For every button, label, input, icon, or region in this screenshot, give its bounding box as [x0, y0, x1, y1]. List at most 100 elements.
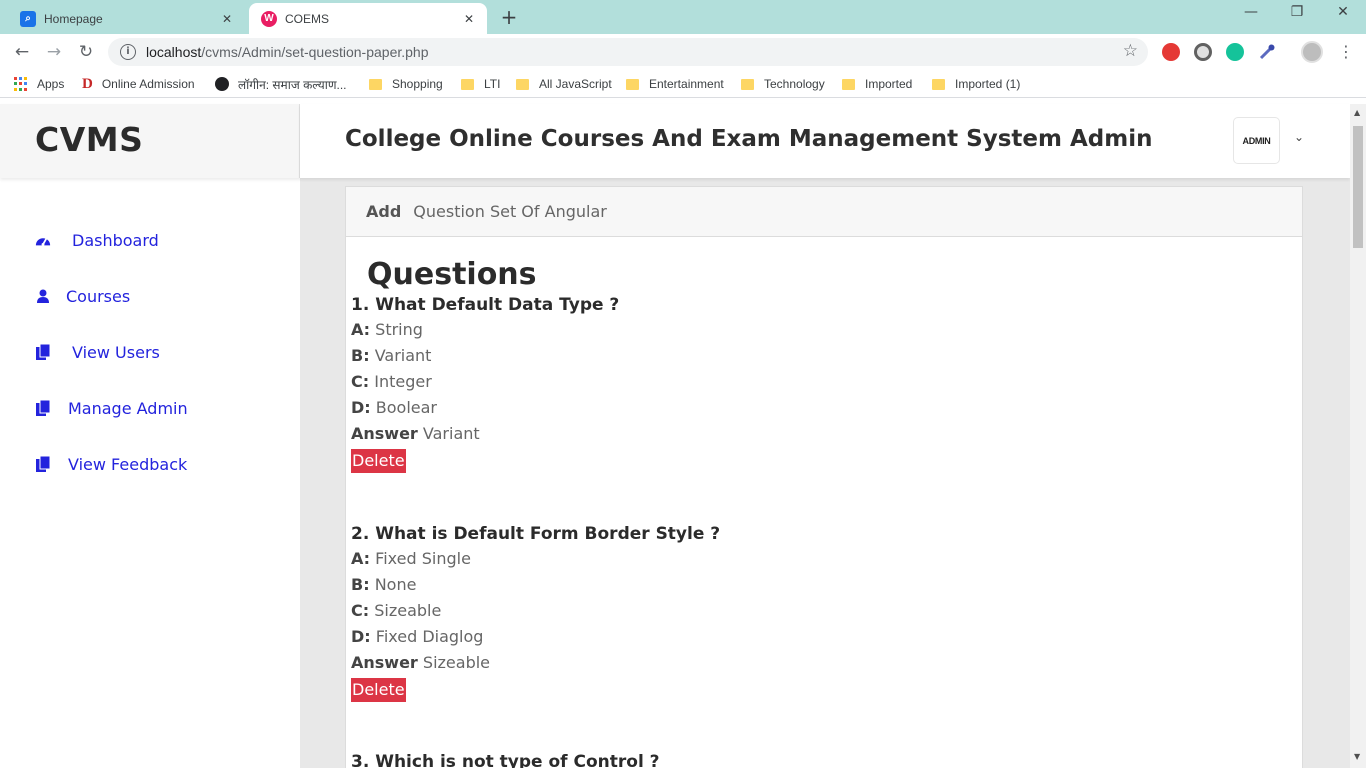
browser-menu-icon[interactable]: ⋮ — [1338, 41, 1354, 63]
site-info-icon[interactable]: i — [120, 44, 136, 60]
option-b: B: None — [351, 572, 1251, 598]
scroll-down-icon[interactable]: ▼ — [1354, 752, 1360, 761]
bookmark-label: Imported — [865, 77, 913, 91]
page-scrollbar[interactable]: ▲ ▼ — [1350, 104, 1366, 768]
restore-icon[interactable]: ❐ — [1274, 4, 1320, 26]
option-d: D: Boolear — [351, 395, 1251, 421]
admin-avatar[interactable]: ADMIN — [1234, 118, 1279, 163]
address-bar[interactable]: i localhost/cvms/Admin/set-question-pape… — [108, 38, 1148, 66]
tab-title: Homepage — [44, 11, 103, 26]
answer-value: Sizeable — [422, 653, 491, 672]
questions-heading: Questions — [367, 257, 537, 292]
brand-logo[interactable]: CVMS — [35, 120, 143, 159]
sidebar-item-dashboard[interactable]: Dashboard — [35, 228, 159, 252]
bookmark-star-icon[interactable]: ☆ — [1123, 41, 1138, 61]
globe-icon — [215, 77, 229, 91]
sidebar-item-view-feedback[interactable]: View Feedback — [35, 452, 187, 476]
url-host: localhost — [146, 44, 202, 60]
option-value: String — [375, 320, 423, 339]
answer-row: Answer Sizeable — [351, 650, 1251, 676]
option-key: B: — [351, 575, 370, 594]
bookmark-label: Technology — [764, 77, 825, 91]
scrollbar-thumb[interactable] — [1353, 126, 1363, 248]
new-tab-icon[interactable]: + — [498, 6, 520, 28]
forward-icon[interactable]: → — [42, 40, 66, 64]
page-viewport: CVMS Dashboard Courses View Users Manage… — [0, 104, 1350, 768]
option-value: Sizeable — [374, 601, 442, 620]
question-text: 2. What is Default Form Border Style ? — [351, 524, 721, 544]
option-key: A: — [351, 549, 371, 568]
browser-tab-bar: ⌕ Homepage ✕ W COEMS ✕ + — ❐ ✕ — [0, 0, 1366, 34]
copy-icon — [35, 343, 51, 361]
option-value: Boolear — [375, 398, 438, 417]
bookmark-label: All JavaScript — [539, 77, 612, 91]
option-d: D: Fixed Diaglog — [351, 624, 1251, 650]
delete-button[interactable]: Delete — [351, 678, 406, 702]
folder-icon — [369, 78, 382, 90]
close-window-icon[interactable]: ✕ — [1320, 4, 1366, 26]
back-icon[interactable]: ← — [10, 40, 34, 64]
bookmark-label: Apps — [37, 77, 65, 91]
answer-key: Answer — [351, 424, 418, 443]
bookmark-lti[interactable]: LTI — [461, 76, 500, 92]
minimize-icon[interactable]: — — [1228, 4, 1274, 26]
question-text: 3. Which is not type of Control ? — [351, 752, 660, 768]
bookmark-online-admission[interactable]: D Online Admission — [82, 76, 195, 92]
option-key: C: — [351, 601, 370, 620]
card-add-label: Add — [366, 202, 402, 221]
color-picker-extension-icon[interactable] — [1258, 43, 1276, 61]
bookmark-label: Online Admission — [101, 77, 195, 91]
bookmark-technology[interactable]: Technology — [741, 76, 825, 92]
bookmark-entertainment[interactable]: Entertainment — [626, 76, 724, 92]
folder-icon — [461, 78, 474, 90]
apps-grid-icon — [14, 77, 28, 91]
bookmark-imported[interactable]: Imported — [842, 76, 912, 92]
adblock-extension-icon[interactable] — [1162, 43, 1180, 61]
chevron-down-icon[interactable]: ⌄ — [1294, 130, 1304, 144]
answer-value: Variant — [422, 424, 480, 443]
folder-icon — [626, 78, 639, 90]
bookmark-label: LTI — [484, 77, 501, 91]
option-key: D: — [351, 627, 371, 646]
bookmarks-bar: Apps D Online Admission लॉगीन: समाज कल्य… — [0, 70, 1366, 98]
bookmark-all-javascript[interactable]: All JavaScript — [516, 76, 612, 92]
question-item: 1. What Default Data Type ? A: String B:… — [351, 293, 1251, 473]
bookmark-apps[interactable]: Apps — [14, 76, 64, 92]
browser-toolbar: ← → ↻ i localhost/cvms/Admin/set-questio… — [0, 34, 1366, 70]
option-c: C: Sizeable — [351, 598, 1251, 624]
bookmark-shopping[interactable]: Shopping — [369, 76, 443, 92]
option-b: B: Variant — [351, 343, 1251, 369]
close-icon[interactable]: ✕ — [461, 11, 477, 27]
sidebar-item-courses[interactable]: Courses — [35, 284, 130, 308]
grammarly-extension-icon[interactable] — [1226, 43, 1244, 61]
copy-icon — [35, 399, 51, 417]
bookmark-label: लॉगीन: समाज कल्याण... — [238, 77, 347, 92]
close-icon[interactable]: ✕ — [219, 11, 235, 27]
bookmark-label: Entertainment — [649, 77, 724, 91]
bookmark-login[interactable]: लॉगीन: समाज कल्याण... — [215, 76, 347, 92]
page-title: College Online Courses And Exam Manageme… — [345, 126, 1153, 152]
option-key: C: — [351, 372, 370, 391]
url-text: localhost/cvms/Admin/set-question-paper.… — [146, 44, 429, 60]
bookmark-imported-1[interactable]: Imported (1) — [932, 76, 1020, 92]
copy-icon — [35, 455, 51, 473]
tab-homepage[interactable]: ⌕ Homepage ✕ — [8, 3, 245, 34]
bookmark-label: Imported (1) — [955, 77, 1021, 91]
brand-area: CVMS — [0, 104, 300, 178]
sidebar-item-view-users[interactable]: View Users — [35, 340, 160, 364]
avatar-text: ADMIN — [1242, 135, 1271, 146]
card-header: Add Question Set Of Angular — [346, 187, 1302, 237]
scroll-up-icon[interactable]: ▲ — [1354, 108, 1360, 117]
option-value: Variant — [374, 346, 432, 365]
tab-coems[interactable]: W COEMS ✕ — [249, 3, 487, 34]
option-value: Integer — [374, 372, 432, 391]
delete-button[interactable]: Delete — [351, 449, 406, 473]
user-icon — [35, 287, 51, 305]
sidebar-item-label: Courses — [66, 286, 131, 306]
dark-mode-extension-icon[interactable] — [1194, 43, 1212, 61]
reload-icon[interactable]: ↻ — [74, 40, 98, 64]
profile-avatar-icon[interactable] — [1301, 41, 1323, 63]
coems-favicon-icon: W — [261, 10, 277, 27]
option-value: None — [374, 575, 417, 594]
sidebar-item-manage-admin[interactable]: Manage Admin — [35, 396, 188, 420]
